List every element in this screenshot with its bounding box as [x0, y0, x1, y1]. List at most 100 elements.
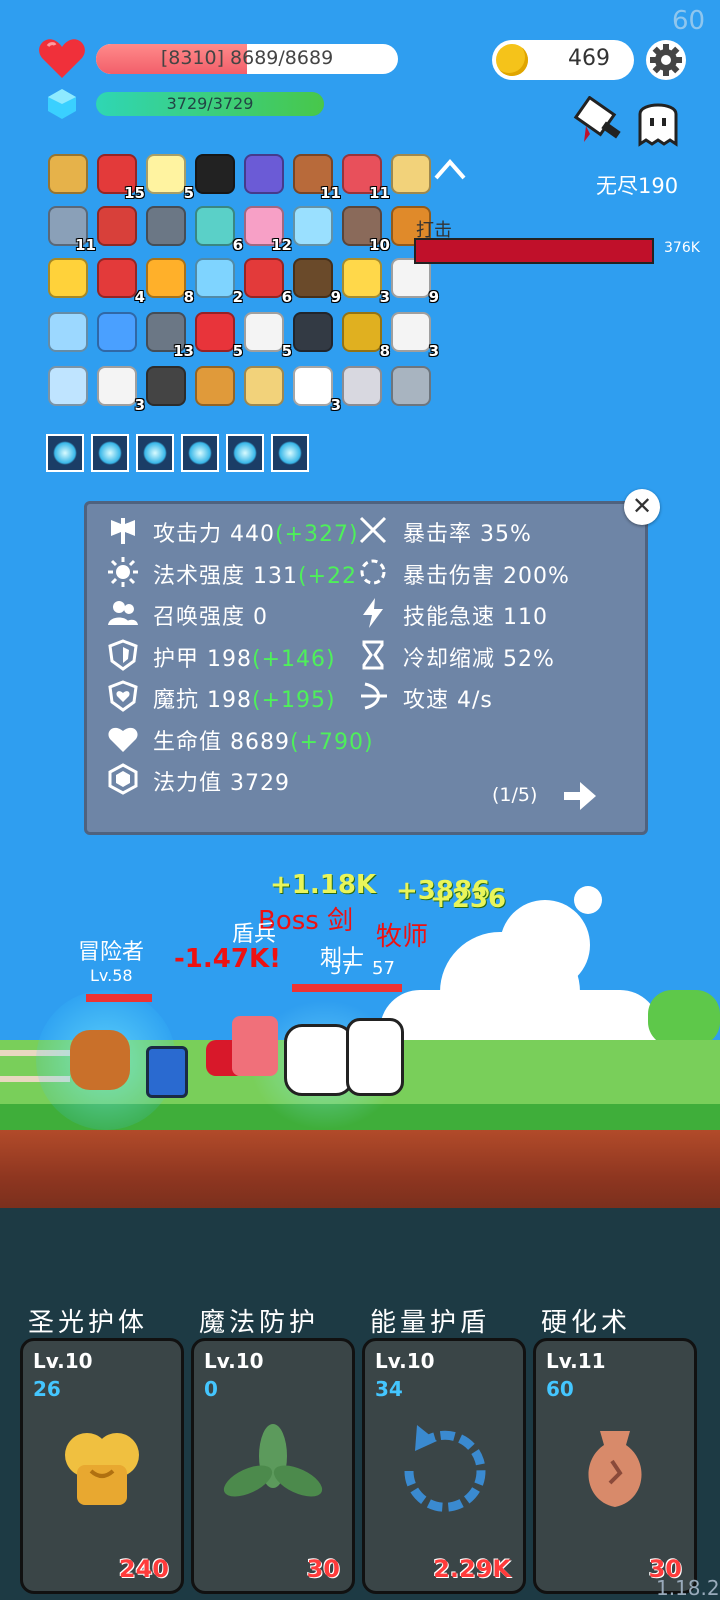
quill-paper-item[interactable] [240, 362, 284, 406]
battery-item[interactable]: 8 [142, 254, 194, 306]
stat-value: 35% [480, 522, 532, 547]
skill-card[interactable]: Lv.11 60 30 [533, 1338, 697, 1594]
watermelon-item[interactable]: 11 [338, 150, 390, 202]
skill-count: 26 [33, 1377, 61, 1401]
scroll-item[interactable] [44, 150, 88, 194]
skill-chip-glow [53, 441, 77, 465]
strawberry-item[interactable]: 5 [191, 308, 243, 360]
bookmark-item[interactable]: 6 [240, 254, 292, 306]
grid-skill-icon[interactable] [226, 434, 264, 472]
frame-item[interactable] [44, 362, 88, 406]
gear-icon[interactable] [646, 40, 686, 80]
durian-item[interactable]: 8 [338, 308, 390, 360]
skill-level: Lv.10 [375, 1349, 435, 1373]
stat-label: 魔抗 [153, 688, 200, 713]
skull-book-item[interactable] [289, 308, 333, 352]
chevron-up-icon[interactable] [432, 152, 468, 188]
ghost-icon[interactable] [634, 98, 682, 148]
flower-icon [146, 154, 186, 194]
skill-name: 圣光护体 [28, 1308, 149, 1338]
pill-item[interactable]: 3 [387, 308, 439, 360]
stat-value: 131 [253, 563, 299, 589]
cheese-item[interactable]: 3 [338, 254, 390, 306]
stat-label: 攻速 [403, 688, 450, 713]
ghost-item[interactable]: 3 [289, 362, 341, 414]
next-page-arrow-icon[interactable] [562, 780, 598, 812]
stat-value: 4/s [457, 688, 493, 713]
stat-text: 攻速 4/s [403, 682, 493, 714]
hourglass-icon [357, 639, 389, 671]
close-button[interactable]: ✕ [624, 489, 660, 525]
wizard-hat-item[interactable] [240, 150, 284, 194]
bow-item[interactable] [191, 362, 235, 406]
skill-name: 魔法防护 [199, 1308, 320, 1338]
stat-text: 暴击率 35% [403, 516, 532, 548]
glove-item[interactable] [142, 362, 186, 406]
skill-card[interactable]: Lv.10 26 240 [20, 1338, 184, 1594]
hero-sprite [70, 1030, 130, 1090]
stat-text: 魔抗 198(+195) [153, 682, 336, 714]
skill-name: 能量护盾 [370, 1308, 491, 1338]
stat-label: 技能急速 [403, 605, 496, 630]
skill-card[interactable]: Lv.10 34 2.29K [362, 1338, 526, 1594]
wand-item[interactable]: 6 [191, 202, 243, 254]
axe-item[interactable] [387, 362, 431, 406]
sword-item[interactable]: 11 [44, 202, 96, 254]
robe-item[interactable] [44, 308, 88, 352]
hp-bar: [8310] 8689/8689 [96, 44, 398, 74]
skull-book-icon [293, 312, 333, 352]
stat-text: 召唤强度 0 [153, 599, 268, 631]
spike-ball-item[interactable] [142, 202, 186, 246]
swirl-skill-icon[interactable] [181, 434, 219, 472]
refresh-art [404, 1425, 486, 1512]
vase-art [588, 1431, 642, 1507]
stat-bonus: (+146) [252, 646, 336, 672]
skill-count: 60 [546, 1377, 574, 1401]
id-card-item[interactable] [93, 308, 137, 352]
coconut-item[interactable]: 9 [289, 254, 341, 306]
stat-text: 冷却缩减 52% [403, 641, 555, 673]
spike-ball-icon [146, 206, 186, 246]
heart-icon [39, 39, 85, 78]
potion-item[interactable]: 2 [191, 254, 243, 306]
skill-card[interactable]: Lv.10 0 30 [191, 1338, 355, 1594]
swirl-skill-icon[interactable] [136, 434, 174, 472]
stat-value: 440 [230, 522, 276, 547]
mace-item[interactable]: 13 [142, 308, 194, 360]
boss-cleaver-icon[interactable] [572, 96, 626, 148]
hook-item[interactable] [338, 362, 382, 406]
flower-item[interactable]: 5 [142, 150, 194, 202]
stat-value: 110 [503, 605, 549, 630]
cauldron-item[interactable] [191, 150, 235, 194]
tombstone-item[interactable]: 10 [338, 202, 390, 254]
donut-item[interactable]: 11 [289, 150, 341, 202]
quill-paper-icon [244, 366, 284, 406]
apple-item[interactable]: 15 [93, 150, 145, 202]
stat-text: 攻击力 440(+327) [153, 516, 359, 548]
swirl-skill-icon[interactable] [91, 434, 129, 472]
cards-item[interactable]: 5 [240, 308, 292, 360]
robe-icon [48, 312, 88, 352]
boss-hp-value: 376K [664, 240, 700, 256]
skill-level: Lv.10 [204, 1349, 264, 1373]
bar-skill-icon[interactable] [271, 434, 309, 472]
enemy-sprite [232, 1016, 278, 1076]
sock-item[interactable]: 4 [93, 254, 145, 306]
stat-text: 生命值 8689(+790) [153, 724, 374, 756]
hp-text: [8310] 8689/8689 [160, 47, 334, 69]
attack-icon [107, 514, 139, 546]
magic-resist-icon [107, 680, 139, 712]
light-skill-icon[interactable] [46, 434, 84, 472]
ground-dirt [0, 1130, 720, 1210]
ice-cream-item[interactable]: 12 [240, 202, 292, 254]
dice-item[interactable]: 3 [93, 362, 145, 414]
stat-label: 生命值 [153, 729, 223, 755]
treasure-map-item[interactable] [387, 150, 431, 194]
magnet-item[interactable] [93, 202, 137, 246]
wizard-hat-icon [244, 154, 284, 194]
stat-label: 暴击伤害 [403, 563, 496, 589]
sun-orb-item[interactable] [44, 254, 88, 298]
tree [648, 990, 720, 1046]
coin-counter[interactable]: 469 [492, 40, 634, 80]
snowflake-item[interactable] [289, 202, 333, 246]
